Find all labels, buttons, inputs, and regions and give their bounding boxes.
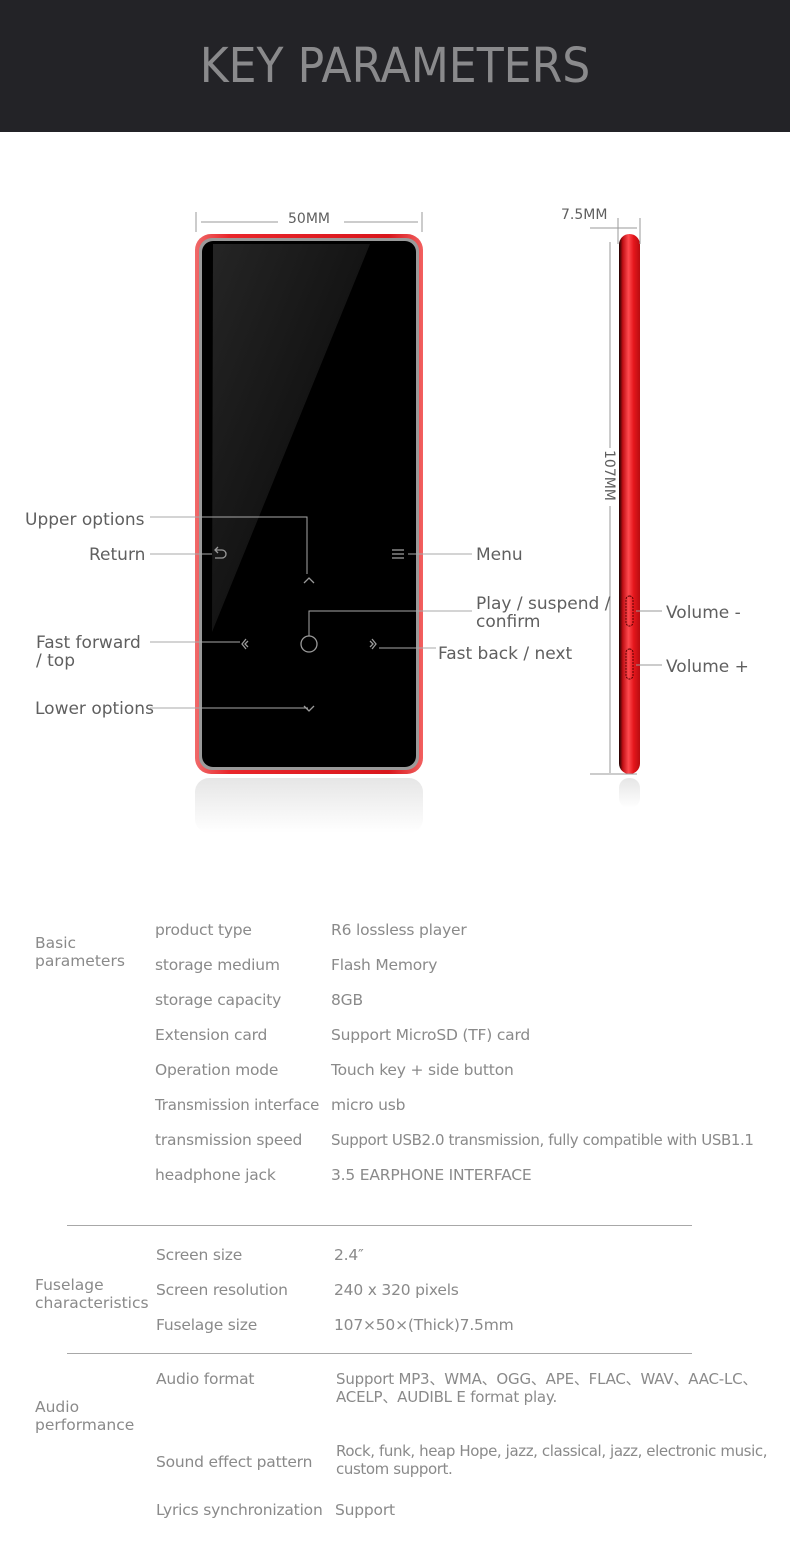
spec-value: 3.5 EARPHONE INTERFACE xyxy=(331,1166,532,1184)
label-fast-forward-line2: / top xyxy=(36,651,75,671)
spec-key: Sound effect pattern xyxy=(156,1453,313,1471)
spec-key: Operation mode xyxy=(155,1061,279,1079)
spec-key: Lyrics synchronization xyxy=(156,1501,323,1519)
group-label-line2: performance xyxy=(35,1416,135,1434)
spec-value: Support USB2.0 transmission, fully compa… xyxy=(331,1131,754,1149)
page-header: KEY PARAMETERS xyxy=(0,0,790,132)
label-play-line2: confirm xyxy=(476,612,541,632)
spec-key: Transmission interface xyxy=(155,1096,320,1114)
group-label-line1: Fuselage xyxy=(35,1276,104,1294)
spec-value: Flash Memory xyxy=(331,956,438,974)
group-label-line1: Audio xyxy=(35,1398,80,1416)
label-fast-back-next: Fast back / next xyxy=(438,644,573,664)
label-fast-forward-top: Fast forward / top xyxy=(36,634,141,670)
spec-value: Touch key + side button xyxy=(331,1061,514,1079)
label-menu: Menu xyxy=(476,545,523,565)
group-fuselage-characteristics: Fuselage characteristics xyxy=(35,1276,149,1312)
spec-key: product type xyxy=(155,921,252,939)
label-lower-options: Lower options xyxy=(35,699,154,719)
group-basic-parameters: Basic parameters xyxy=(35,934,125,970)
device-illustration xyxy=(150,212,662,833)
spec-value: micro usb xyxy=(331,1096,406,1114)
label-volume-plus: Volume + xyxy=(666,657,749,677)
label-play-line1: Play / suspend / xyxy=(476,594,611,614)
spec-value: 8GB xyxy=(331,991,363,1009)
spec-value: 107×50×(Thick)7.5mm xyxy=(334,1316,514,1334)
spec-value-line1: Support MP3、WMA、OGG、APE、FLAC、WAV、AAC-LC、 xyxy=(336,1370,758,1388)
spec-key: Fuselage size xyxy=(156,1316,258,1334)
group-label-line1: Basic xyxy=(35,934,77,952)
spec-value-line1: Rock, funk, heap Hope, jazz, classical, … xyxy=(336,1442,768,1460)
device-side xyxy=(619,234,640,808)
label-volume-minus: Volume - xyxy=(666,603,741,623)
label-play-suspend-confirm: Play / suspend / confirm xyxy=(476,595,610,631)
spec-key: storage medium xyxy=(155,956,280,974)
spec-key: Screen resolution xyxy=(156,1281,288,1299)
device-diagram: 50MM 7.5MM 107MM Upper options Return Me… xyxy=(0,132,790,872)
spec-key: headphone jack xyxy=(155,1166,276,1184)
group-audio-performance: Audio performance xyxy=(35,1398,134,1434)
spec-value: 240 x 320 pixels xyxy=(334,1281,459,1299)
spec-value: Support MicroSD (TF) card xyxy=(331,1026,530,1044)
spec-value-line2: custom support. xyxy=(336,1460,453,1478)
label-fast-forward-line1: Fast forward xyxy=(36,633,141,653)
spec-key: Extension card xyxy=(155,1026,268,1044)
height-dimension-label: 107MM xyxy=(601,450,617,501)
thickness-dimension-label: 7.5MM xyxy=(561,207,608,223)
label-return: Return xyxy=(89,545,146,565)
device-front xyxy=(195,234,423,774)
group-label-line2: parameters xyxy=(35,952,125,970)
spec-key: storage capacity xyxy=(155,991,282,1009)
group-label-line2: characteristics xyxy=(35,1294,149,1312)
spec-key: Screen size xyxy=(156,1246,243,1264)
spec-value-multiline: Rock, funk, heap Hope, jazz, classical, … xyxy=(336,1442,767,1478)
label-upper-options: Upper options xyxy=(25,510,145,530)
spec-value: Support xyxy=(335,1501,395,1519)
spec-value-line2: ACELP、AUDIBL E format play. xyxy=(336,1388,558,1406)
spec-value: R6 lossless player xyxy=(331,921,467,939)
section-divider xyxy=(67,1353,692,1354)
section-divider xyxy=(67,1225,692,1226)
spec-value-multiline: Support MP3、WMA、OGG、APE、FLAC、WAV、AAC-LC、… xyxy=(336,1370,757,1406)
page-title: KEY PARAMETERS xyxy=(199,38,591,94)
spec-value: 2.4″ xyxy=(334,1246,364,1264)
spec-key: transmission speed xyxy=(155,1131,303,1149)
device-reflection xyxy=(195,778,423,833)
width-dimension-label: 50MM xyxy=(288,211,330,227)
spec-key: Audio format xyxy=(156,1370,255,1388)
